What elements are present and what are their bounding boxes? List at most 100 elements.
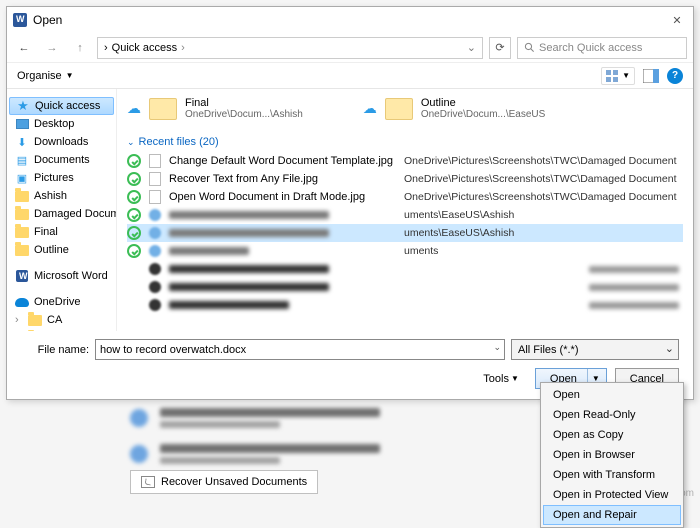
- file-row-blurred[interactable]: uments\EaseUS\Ashish: [127, 206, 683, 224]
- view-icon: [606, 70, 620, 82]
- address-dropdown-icon[interactable]: ⌄: [467, 41, 476, 54]
- ctx-open-and-repair[interactable]: Open and Repair: [543, 505, 681, 525]
- up-button[interactable]: ↑: [69, 37, 91, 59]
- file-row-blurred[interactable]: [127, 296, 683, 314]
- blurred-filename: [169, 211, 329, 219]
- recover-label: Recover Unsaved Documents: [161, 476, 307, 488]
- sidebar-item-quick-access[interactable]: ★Quick access: [9, 97, 114, 115]
- file-row[interactable]: Change Default Word Document Template.jp…: [127, 152, 683, 170]
- file-name: Recover Text from Any File.jpg: [169, 173, 396, 185]
- sidebar-item-documents[interactable]: ▤ Documents: [7, 151, 116, 169]
- back-button[interactable]: ←: [13, 37, 35, 59]
- sidebar-item-final[interactable]: Final: [7, 223, 116, 241]
- filename-dropdown-icon[interactable]: ⌄: [493, 342, 501, 353]
- pinned-item-outline[interactable]: ☁ Outline OneDrive\Docum...\EaseUS: [363, 97, 546, 120]
- file-path: OneDrive\Pictures\Screenshots\TWC\Damage…: [404, 191, 679, 203]
- sidebar-item-label: Documents: [34, 154, 90, 166]
- sidebar-item-damaged[interactable]: Damaged Docum: [7, 205, 116, 223]
- address-sep-icon: ›: [181, 42, 185, 54]
- open-dropdown-menu: Open Open Read-Only Open as Copy Open in…: [540, 382, 684, 528]
- file-row-blurred[interactable]: [127, 278, 683, 296]
- organise-menu[interactable]: Organise ▼: [17, 70, 74, 82]
- sync-status-icon: [127, 190, 141, 204]
- recent-group-label: Recent files (20): [139, 136, 219, 148]
- search-input[interactable]: Search Quick access: [517, 37, 687, 59]
- filename-label: File name:: [21, 344, 89, 356]
- blurred-icon: [149, 209, 161, 221]
- cloud-icon: ☁: [127, 100, 141, 117]
- ctx-open-in-browser[interactable]: Open in Browser: [543, 445, 681, 465]
- forward-button[interactable]: →: [41, 37, 63, 59]
- tree-expand-icon[interactable]: ›: [15, 314, 23, 326]
- sidebar-item-label: Outline: [34, 244, 69, 256]
- close-button[interactable]: ✕: [667, 10, 687, 30]
- address-caret-icon: ›: [104, 42, 108, 54]
- ctx-open-as-copy[interactable]: Open as Copy: [543, 425, 681, 445]
- ctx-open-with-transform[interactable]: Open with Transform: [543, 465, 681, 485]
- tools-label: Tools: [483, 373, 509, 385]
- ctx-open-read-only[interactable]: Open Read-Only: [543, 405, 681, 425]
- ctx-open[interactable]: Open: [543, 385, 681, 405]
- word-app-icon: [13, 13, 27, 27]
- view-options-button[interactable]: ▼: [601, 67, 635, 85]
- pinned-item-final[interactable]: ☁ Final OneDrive\Docum...\Ashish: [127, 97, 303, 120]
- sidebar-item-label: Final: [34, 226, 58, 238]
- sidebar-item-label: OneDrive: [34, 296, 80, 308]
- sidebar-item-desktop[interactable]: Desktop: [7, 115, 116, 133]
- main-pane: ☁ Final OneDrive\Docum...\Ashish ☁ Outli…: [117, 89, 693, 331]
- sidebar-item-downloads[interactable]: ⬇Downloads: [7, 133, 116, 151]
- pinned-row: ☁ Final OneDrive\Docum...\Ashish ☁ Outli…: [127, 97, 683, 120]
- recover-unsaved-button[interactable]: Recover Unsaved Documents: [130, 470, 318, 494]
- word-app-icon: [16, 270, 28, 282]
- recover-icon: [141, 476, 155, 488]
- desktop-icon: [16, 119, 29, 129]
- sync-status-icon: [127, 154, 141, 168]
- sidebar-item-onedrive[interactable]: OneDrive: [7, 293, 116, 311]
- file-row[interactable]: Open Word Document in Draft Mode.jpg OneD…: [127, 188, 683, 206]
- file-type-filter[interactable]: All Files (*.*): [511, 339, 679, 360]
- folder-icon: [15, 227, 29, 238]
- file-path: OneDrive\Pictures\Screenshots\TWC\Damage…: [404, 173, 679, 185]
- sidebar-item-msword[interactable]: Microsoft Word: [7, 267, 116, 285]
- search-placeholder: Search Quick access: [539, 42, 642, 54]
- sync-status-icon: [127, 244, 141, 258]
- tools-menu[interactable]: Tools ▼: [483, 373, 519, 385]
- recent-group-header[interactable]: ⌄ Recent files (20): [127, 136, 683, 148]
- blurred-icon: [149, 281, 161, 293]
- ctx-open-protected-view[interactable]: Open in Protected View: [543, 485, 681, 505]
- refresh-button[interactable]: ⟳: [489, 37, 511, 59]
- toolbar: Organise ▼ ▼ ?: [7, 63, 693, 89]
- folder-icon: [15, 245, 29, 256]
- file-row-blurred-selected[interactable]: uments\EaseUS\Ashish: [127, 224, 683, 242]
- blurred-filename: [169, 265, 329, 273]
- sidebar-item-pictures[interactable]: ▣Pictures: [7, 169, 116, 187]
- sidebar-item-ashish[interactable]: Ashish: [7, 187, 116, 205]
- titlebar: Open ✕: [7, 7, 693, 33]
- file-row[interactable]: Recover Text from Any File.jpg OneDrive\P…: [127, 170, 683, 188]
- address-segment[interactable]: Quick access: [112, 42, 177, 54]
- folder-thumb-icon: [149, 98, 177, 120]
- help-button[interactable]: ?: [667, 68, 683, 84]
- file-row-blurred[interactable]: [127, 260, 683, 278]
- blurred-icon: [149, 227, 161, 239]
- preview-pane-button[interactable]: [643, 69, 659, 83]
- pictures-icon: ▣: [15, 171, 29, 185]
- search-icon: [524, 42, 535, 53]
- file-name: Change Default Word Document Template.jp…: [169, 155, 396, 167]
- file-row-blurred[interactable]: uments: [127, 242, 683, 260]
- blurred-filename: [169, 247, 249, 255]
- blurred-filename: [169, 301, 289, 309]
- file-path: uments\EaseUS\Ashish: [404, 227, 679, 239]
- chevron-down-icon: ▼: [66, 71, 74, 80]
- sidebar-item-label: Microsoft Word: [34, 270, 108, 282]
- documents-icon: ▤: [15, 153, 29, 167]
- onedrive-icon: [15, 298, 29, 307]
- filename-input[interactable]: [95, 339, 505, 360]
- sidebar-item-outline[interactable]: Outline: [7, 241, 116, 259]
- file-name: Open Word Document in Draft Mode.jpg: [169, 191, 396, 203]
- folder-icon: [28, 315, 42, 326]
- sidebar-item-label: Downloads: [34, 136, 88, 148]
- sidebar: ★Quick access Desktop ⬇Downloads ▤ Docume…: [7, 89, 117, 331]
- address-bar[interactable]: › Quick access › ⌄: [97, 37, 483, 59]
- sidebar-item-ca[interactable]: ›CA: [7, 311, 116, 329]
